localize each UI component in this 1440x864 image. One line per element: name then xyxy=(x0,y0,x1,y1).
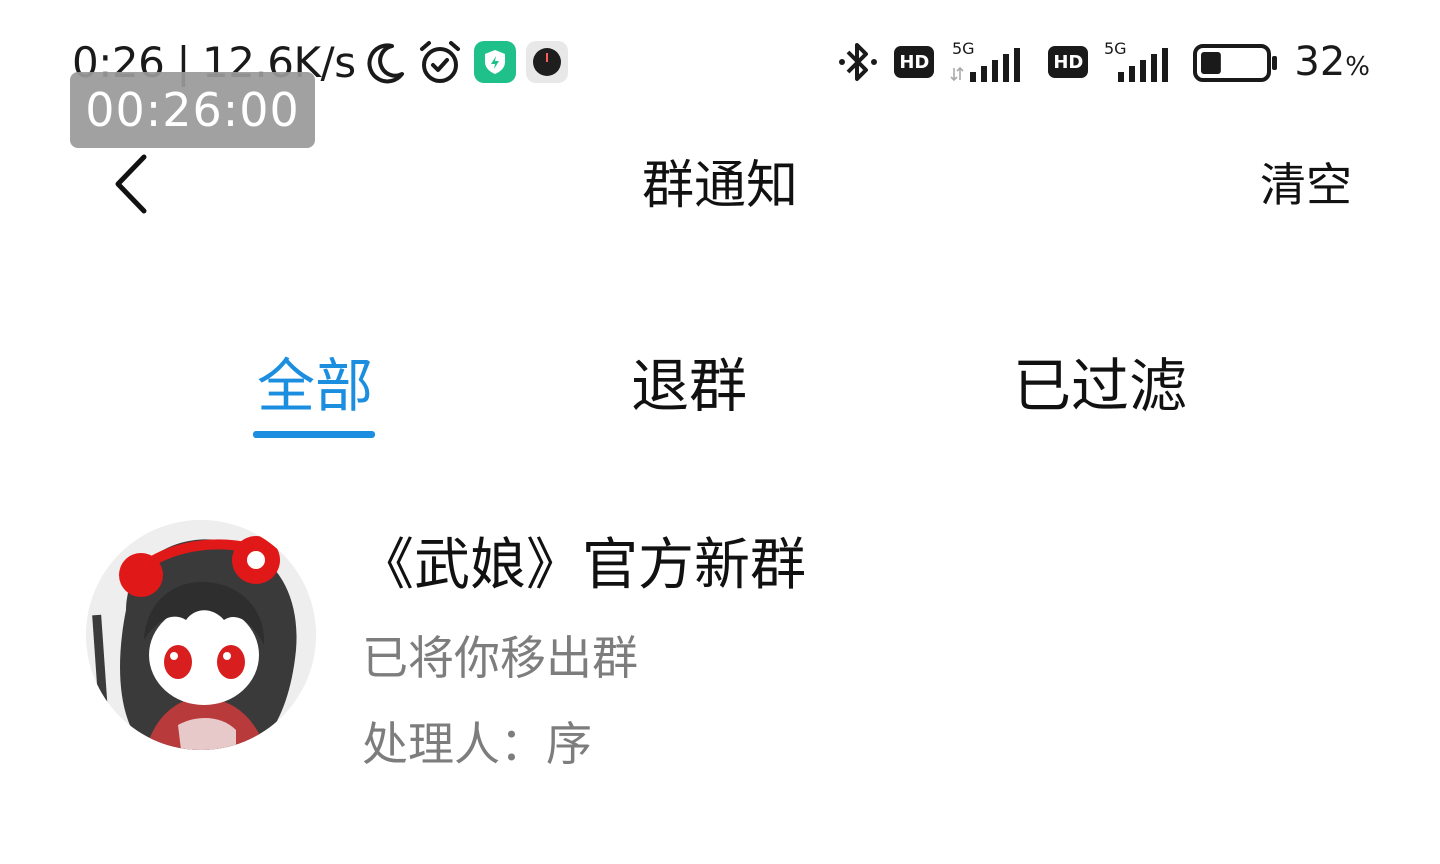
signal-5g-icon: 5G xyxy=(1102,38,1178,86)
hd-icon: HD xyxy=(894,46,935,78)
timer-overlay[interactable]: 00:26:00 xyxy=(70,72,315,148)
chevron-left-icon xyxy=(115,154,147,214)
notification-item[interactable]: 《武娘》官方新群 已将你移出群 处理人：序 xyxy=(0,500,1440,790)
moon-icon xyxy=(366,40,406,84)
battery-value: 32 xyxy=(1294,39,1346,85)
clear-button[interactable]: 清空 xyxy=(1260,152,1352,218)
active-tab-indicator xyxy=(253,431,375,438)
signal-5g-icon: 5G xyxy=(948,38,1034,86)
net-type-label: 5G xyxy=(952,39,975,58)
group-avatar[interactable] xyxy=(86,520,316,750)
group-notification-screen: 0:26 | 12.6K/s 00:26:00 HD 5G HD 5G 32% … xyxy=(0,0,1440,864)
group-name: 《武娘》官方新群 xyxy=(358,533,806,598)
handler-text: 处理人：序 xyxy=(362,717,592,771)
hd-icon: HD xyxy=(1048,46,1089,78)
tab-filtered[interactable]: 已过滤 xyxy=(980,348,1220,424)
clock-app-icon xyxy=(525,41,568,83)
battery-unit: % xyxy=(1345,52,1370,82)
bluetooth-icon xyxy=(836,38,880,86)
status-bar-right: HD 5G HD 5G 32% xyxy=(836,34,1370,90)
battery-percentage: 32% xyxy=(1294,39,1370,85)
shield-app-icon xyxy=(473,41,516,83)
tab-all[interactable]: 全部 xyxy=(230,348,400,424)
tab-quit-group[interactable]: 退群 xyxy=(604,348,774,424)
battery-icon xyxy=(1192,38,1280,86)
alarm-icon xyxy=(416,38,464,86)
back-button[interactable] xyxy=(96,146,168,222)
notification-message: 已将你移出群 xyxy=(362,631,638,685)
net-type-label: 5G xyxy=(1104,39,1127,58)
page-title: 群通知 xyxy=(641,156,798,216)
